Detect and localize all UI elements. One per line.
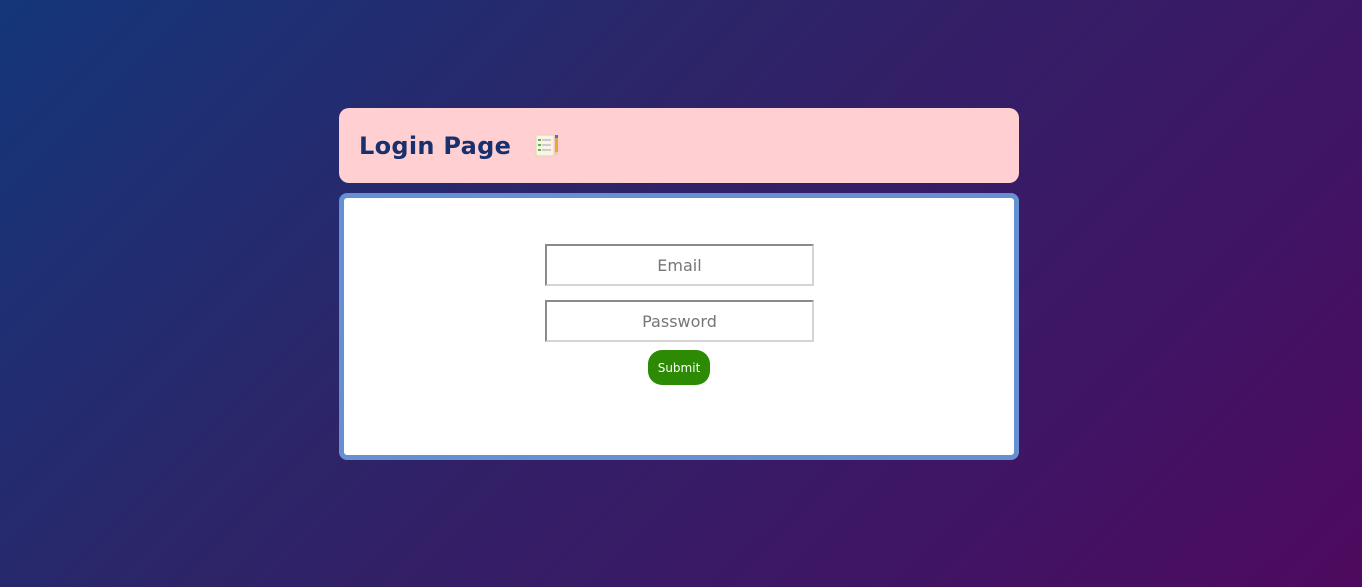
page-title-text: Login Page [359, 131, 512, 160]
page-title: Login Page [359, 132, 560, 160]
email-field[interactable] [545, 244, 814, 286]
password-field[interactable] [545, 300, 814, 342]
notepad-checklist-icon [534, 132, 560, 158]
submit-button[interactable]: Submit [648, 350, 710, 385]
login-form: Submit [339, 193, 1019, 460]
header-card: Login Page [339, 108, 1019, 183]
